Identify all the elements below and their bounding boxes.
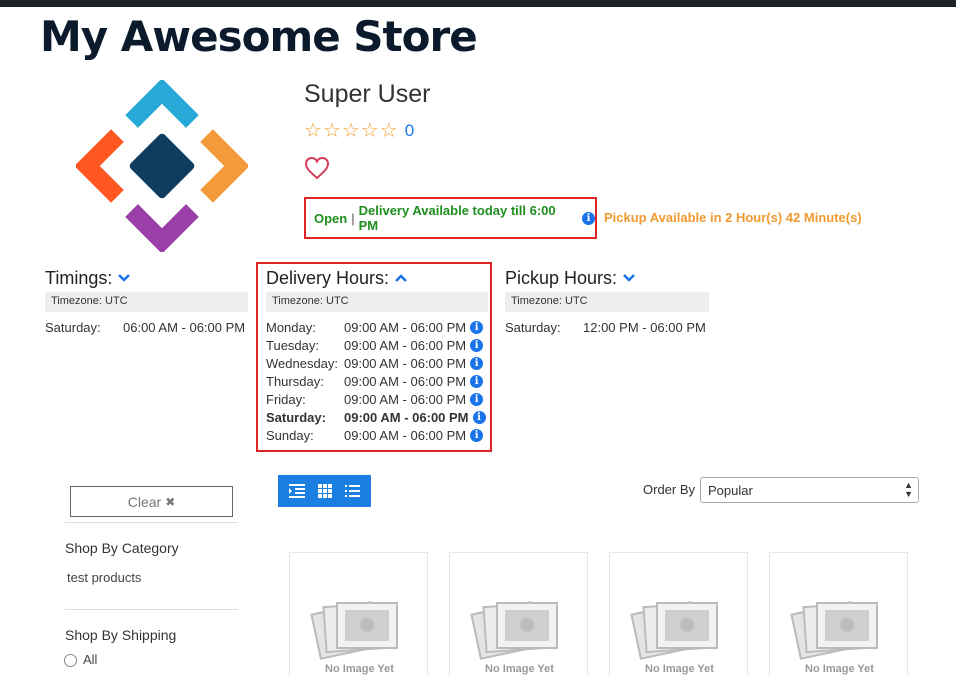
product-card[interactable]: No Image Yet <box>289 552 428 676</box>
info-icon[interactable]: i <box>472 410 486 424</box>
hours-row: Saturday: 06:00 AM - 06:00 PM <box>45 318 248 336</box>
delivery-availability: Delivery Available today till 6:00 PM <box>358 203 556 233</box>
chevron-down-icon[interactable] <box>622 271 636 285</box>
top-bar <box>0 0 956 7</box>
no-image-label: No Image Yet <box>325 663 394 675</box>
store-status: Open | Delivery Available today till 6:0… <box>304 197 597 239</box>
star-icon[interactable]: ☆ <box>380 121 398 141</box>
time-range: 09:00 AM - 06:00 PM <box>344 373 467 389</box>
time-range: 09:00 AM - 06:00 PM <box>344 355 467 371</box>
pickup-hours-section: Pickup Hours: Timezone: UTC Saturday: 12… <box>505 266 709 336</box>
radio-button[interactable] <box>64 654 77 668</box>
time-range: 06:00 AM - 06:00 PM <box>123 319 246 335</box>
close-icon: ✖ <box>165 494 176 509</box>
hours-row: Wednesday: 09:00 AM - 06:00 PM i <box>266 354 488 372</box>
image-placeholder-icon <box>470 601 558 660</box>
hours-row: Thursday: 09:00 AM - 06:00 PM i <box>266 372 488 390</box>
star-icon[interactable]: ☆ <box>323 121 341 141</box>
no-image-label: No Image Yet <box>485 663 554 675</box>
hours-row: Monday: 09:00 AM - 06:00 PM i <box>266 318 488 336</box>
list-icon[interactable] <box>345 484 361 498</box>
shipping-option-label: All <box>83 652 98 667</box>
store-owner-name: Super User <box>304 80 431 108</box>
timezone-label: Timezone: UTC <box>266 292 488 312</box>
order-by-select[interactable]: Popular ▲ ▼ <box>700 477 919 503</box>
star-icon[interactable]: ☆ <box>342 121 360 141</box>
product-card[interactable]: No Image Yet <box>609 552 748 676</box>
info-icon[interactable]: i <box>470 392 484 406</box>
info-icon[interactable]: i <box>582 211 595 225</box>
star-icon[interactable]: ☆ <box>361 121 379 141</box>
image-placeholder-icon <box>790 601 878 660</box>
timezone-label: Timezone: UTC <box>45 292 248 312</box>
pickup-hours-heading: Pickup Hours: <box>505 267 618 288</box>
open-status: Open <box>314 210 348 226</box>
image-placeholder-icon <box>310 601 398 660</box>
hours-row: Sunday: 09:00 AM - 06:00 PM i <box>266 426 488 444</box>
product-card[interactable]: No Image Yet <box>449 552 588 676</box>
day-label: Saturday: <box>45 319 101 335</box>
list-indent-icon[interactable] <box>288 484 305 498</box>
clear-filters-button[interactable]: Clear ✖ <box>70 486 233 517</box>
product-card[interactable]: No Image Yet <box>769 552 908 676</box>
select-arrows-icon: ▲ ▼ <box>904 480 913 499</box>
hours-row: Saturday: 12:00 PM - 06:00 PM <box>505 318 709 336</box>
delivery-hours-section: Delivery Hours: Timezone: UTC Monday: 09… <box>266 266 488 444</box>
shop-by-shipping-title: Shop By Shipping <box>65 627 177 643</box>
status-separator: | <box>351 210 355 226</box>
info-icon[interactable]: i <box>470 356 484 370</box>
info-icon[interactable]: i <box>470 338 484 352</box>
timezone-label: Timezone: UTC <box>505 292 709 312</box>
info-icon[interactable]: i <box>470 428 484 442</box>
info-icon[interactable]: i <box>470 320 484 334</box>
order-by-label: Order By <box>643 482 696 497</box>
info-icon[interactable]: i <box>470 374 484 388</box>
chevron-up-icon[interactable] <box>394 271 408 285</box>
store-title: My Awesome Store <box>40 12 478 61</box>
heart-icon[interactable] <box>304 156 330 180</box>
day-label: Saturday: <box>505 319 561 335</box>
day-label: Tuesday: <box>266 337 319 353</box>
category-link[interactable]: test products <box>67 570 141 585</box>
day-label: Saturday: <box>266 409 326 425</box>
timings-section: Timings: Timezone: UTC Saturday: 06:00 A… <box>45 266 248 336</box>
time-range: 12:00 PM - 06:00 PM <box>583 319 706 335</box>
delivery-hours-heading: Delivery Hours: <box>266 267 390 288</box>
day-label: Wednesday: <box>266 355 339 371</box>
hours-row: Friday: 09:00 AM - 06:00 PM i <box>266 390 488 408</box>
clear-label: Clear <box>127 493 162 510</box>
time-range: 09:00 AM - 06:00 PM <box>344 337 467 353</box>
rating-count-link[interactable]: 0 <box>405 121 414 141</box>
divider <box>65 609 238 610</box>
day-label: Thursday: <box>266 373 324 389</box>
time-range: 09:00 AM - 06:00 PM <box>344 391 467 407</box>
store-logo <box>76 80 248 252</box>
shipping-option-all[interactable]: All <box>64 652 98 668</box>
no-image-label: No Image Yet <box>805 663 874 675</box>
shop-by-category-title: Shop By Category <box>65 540 179 556</box>
hours-row-current: Saturday: 09:00 AM - 06:00 PM i <box>266 408 488 426</box>
time-range: 09:00 AM - 06:00 PM <box>344 409 469 425</box>
view-toggle-group <box>278 475 371 507</box>
pickup-availability: Pickup Available in 2 Hour(s) 42 Minute(… <box>604 210 862 225</box>
day-label: Monday: <box>266 319 316 335</box>
image-placeholder-icon <box>630 601 718 660</box>
time-range: 09:00 AM - 06:00 PM <box>344 427 467 443</box>
star-icon[interactable]: ☆ <box>304 121 322 141</box>
no-image-label: No Image Yet <box>645 663 714 675</box>
order-by-value: Popular <box>708 482 753 498</box>
day-label: Sunday: <box>266 427 314 443</box>
rating: ☆ ☆ ☆ ☆ ☆ 0 <box>304 121 414 141</box>
chevron-down-icon[interactable] <box>117 271 131 285</box>
divider <box>65 522 238 523</box>
grid-icon[interactable] <box>317 484 332 498</box>
timings-heading: Timings: <box>45 267 113 288</box>
day-label: Friday: <box>266 391 306 407</box>
hours-row: Tuesday: 09:00 AM - 06:00 PM i <box>266 336 488 354</box>
time-range: 09:00 AM - 06:00 PM <box>344 319 467 335</box>
